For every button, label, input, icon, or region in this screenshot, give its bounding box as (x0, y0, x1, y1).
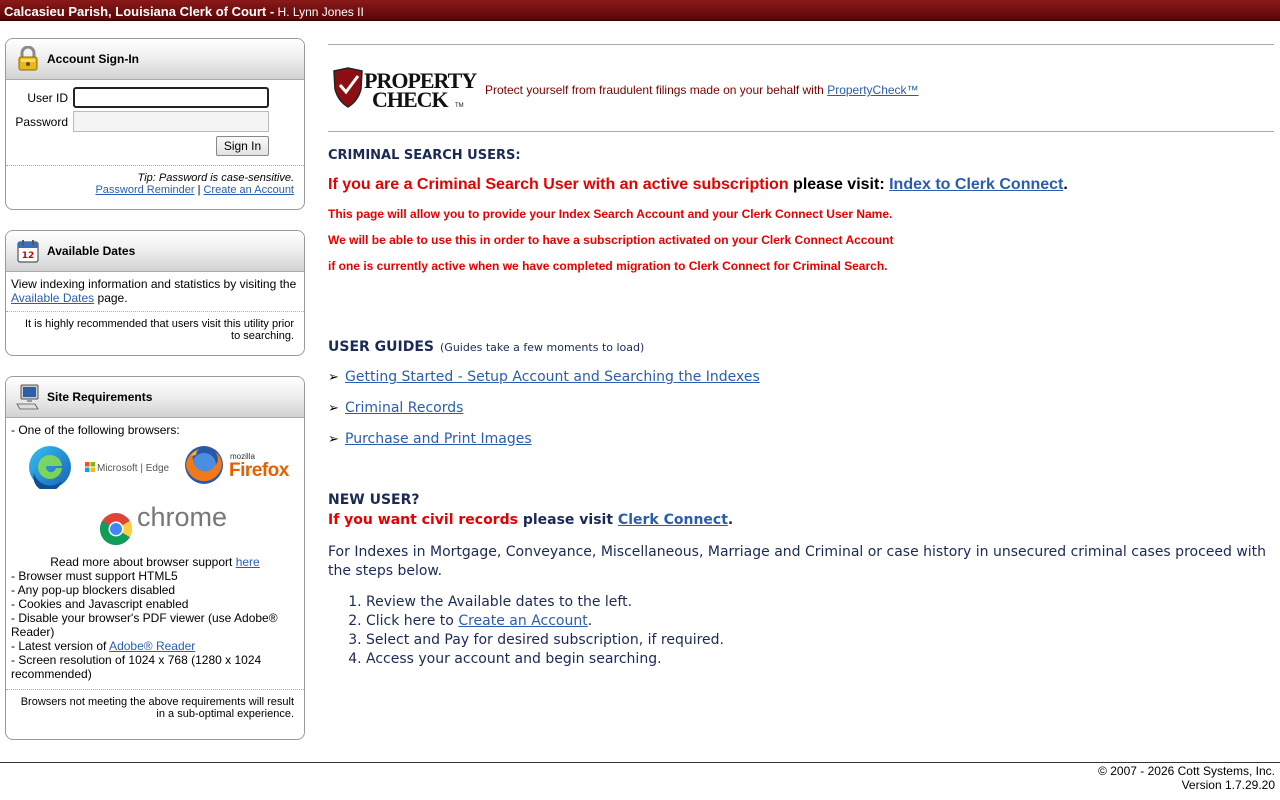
step-item: Select and Pay for desired subscription,… (366, 631, 724, 650)
requirement-item: - Browser must support HTML5 (11, 569, 178, 583)
svg-text:CHECK: CHECK (372, 87, 449, 109)
clerk-name: H. Lynn Jones II (277, 5, 364, 19)
new-user-title: NEW USER? (328, 492, 420, 508)
edge-logo-icon (29, 446, 71, 489)
site-footer: © 2007 - 2026 Cott Systems, Inc. Version… (1098, 764, 1275, 792)
index-to-clerk-connect-link[interactable]: Index to Clerk Connect (889, 176, 1063, 193)
browser-support-line: Read more about browser support here (50, 555, 260, 569)
propertycheck-promo: Protect yourself from fraudulent filings… (485, 83, 919, 97)
user-guides-title: USER GUIDES (Guides take a few moments to… (328, 339, 645, 355)
propertycheck-logo[interactable]: PROPERTY CHECK TM (332, 67, 482, 109)
edge-label: Microsoft | Edge (85, 462, 169, 476)
password-reminder-link[interactable]: Password Reminder (95, 184, 194, 196)
user-id-label: User ID (27, 90, 68, 105)
new-user-notice: If you want civil records please visit C… (328, 512, 734, 528)
available-dates-panel: 12 Available Dates View indexing informa… (5, 230, 305, 356)
divider (328, 44, 1274, 45)
padlock-icon (16, 46, 40, 72)
criminal-search-title: CRIMINAL SEARCH USERS: (328, 148, 521, 163)
computer-icon (16, 384, 40, 410)
user-id-row: User ID (6, 87, 269, 108)
create-account-step-link[interactable]: Create an Account (458, 613, 587, 629)
purchase-print-guide-link[interactable]: Purchase and Print Images (345, 431, 532, 447)
requirement-item: - Screen resolution of 1024 x 768 (1280 … (11, 653, 262, 681)
signin-panel-title: Account Sign-In (47, 52, 139, 66)
browser-logos: Microsoft | Edge mozilla Firefox chrome (11, 437, 299, 555)
dates-panel-title: Available Dates (47, 244, 136, 258)
requirement-item: - Disable your browser's PDF viewer (use… (11, 611, 278, 639)
chrome-label: chrome (137, 502, 228, 532)
svg-text:TM: TM (455, 103, 464, 109)
chrome-logo-icon (99, 512, 133, 546)
available-dates-link[interactable]: Available Dates (11, 291, 94, 305)
requirements-note: Browsers not meeting the above requireme… (6, 689, 304, 726)
site-requirements-panel: Site Requirements - One of the following… (5, 376, 305, 740)
guide-item-purchase-print[interactable]: ➢ Purchase and Print Images (328, 431, 532, 447)
clerk-connect-link[interactable]: Clerk Connect (618, 512, 728, 528)
account-signin-panel: Account Sign-In User ID Password Sign In… (5, 38, 305, 210)
step-item: Access your account and begin searching. (366, 650, 724, 669)
propertycheck-link[interactable]: PropertyCheck™ (827, 83, 918, 97)
create-account-link[interactable]: Create an Account (203, 184, 294, 196)
criminal-search-notice: If you are a Criminal Search User with a… (328, 176, 1068, 193)
reqs-panel-header: Site Requirements (6, 377, 304, 418)
criminal-info-line: We will be able to use this in order to … (328, 233, 894, 247)
password-label: Password (15, 114, 68, 129)
criminal-records-guide-link[interactable]: Criminal Records (345, 400, 463, 416)
guides-note: (Guides take a few moments to load) (440, 341, 645, 354)
getting-started-guide-link[interactable]: Getting Started - Setup Account and Sear… (345, 369, 760, 385)
signin-footer: Tip: Password is case-sensitive. Passwor… (6, 165, 304, 202)
step-item: Click here to Create an Account. (366, 612, 724, 631)
requirement-item: - Any pop-up blockers disabled (11, 583, 176, 597)
footer-divider (0, 762, 1280, 763)
version: Version 1.7.29.20 (1181, 778, 1275, 792)
requirements-body: - One of the following browsers: Microso… (6, 418, 304, 681)
firefox-logo-icon (185, 446, 223, 484)
browsers-intro: - One of the following browsers: (11, 423, 180, 437)
requirement-item: - Latest version of Adobe® Reader (11, 639, 196, 653)
sign-in-button[interactable]: Sign In (216, 136, 269, 156)
step-item: Review the Available dates to the left. (366, 593, 724, 612)
dates-note: It is highly recommended that users visi… (6, 311, 304, 348)
user-id-input[interactable] (73, 87, 269, 108)
guide-item-getting-started[interactable]: ➢ Getting Started - Setup Account and Se… (328, 369, 760, 385)
password-row: Password (6, 111, 269, 132)
arrow-right-icon: ➢ (328, 400, 339, 416)
site-header: Calcasieu Parish, Louisiana Clerk of Cou… (0, 0, 1280, 21)
svg-text:12: 12 (22, 251, 35, 261)
criminal-info-line: This page will allow you to provide your… (328, 207, 893, 221)
arrow-right-icon: ➢ (328, 431, 339, 447)
dates-description: View indexing information and statistics… (11, 277, 297, 305)
copyright: © 2007 - 2026 Cott Systems, Inc. (1098, 764, 1275, 778)
divider (328, 131, 1274, 132)
calendar-icon: 12 (16, 238, 40, 264)
password-input[interactable] (73, 111, 269, 132)
password-tip: Tip: Password is case-sensitive. (137, 172, 294, 184)
guide-item-criminal-records[interactable]: ➢ Criminal Records (328, 400, 463, 416)
link-separator: | (197, 184, 201, 196)
site-title: Calcasieu Parish, Louisiana Clerk of Cou… (4, 4, 275, 19)
indexes-paragraph: For Indexes in Mortgage, Conveyance, Mis… (328, 544, 1267, 579)
criminal-info-line: if one is currently active when we have … (328, 259, 888, 273)
signin-panel-header: Account Sign-In (6, 39, 304, 80)
steps-list: Review the Available dates to the left. … (328, 593, 724, 669)
arrow-right-icon: ➢ (328, 369, 339, 385)
requirement-item: - Cookies and Javascript enabled (11, 597, 189, 611)
reqs-panel-title: Site Requirements (47, 390, 153, 404)
adobe-reader-link[interactable]: Adobe® Reader (109, 639, 195, 653)
dates-panel-header: 12 Available Dates (6, 231, 304, 272)
browser-support-link[interactable]: here (236, 555, 260, 569)
firefox-label: mozilla Firefox (229, 452, 289, 481)
